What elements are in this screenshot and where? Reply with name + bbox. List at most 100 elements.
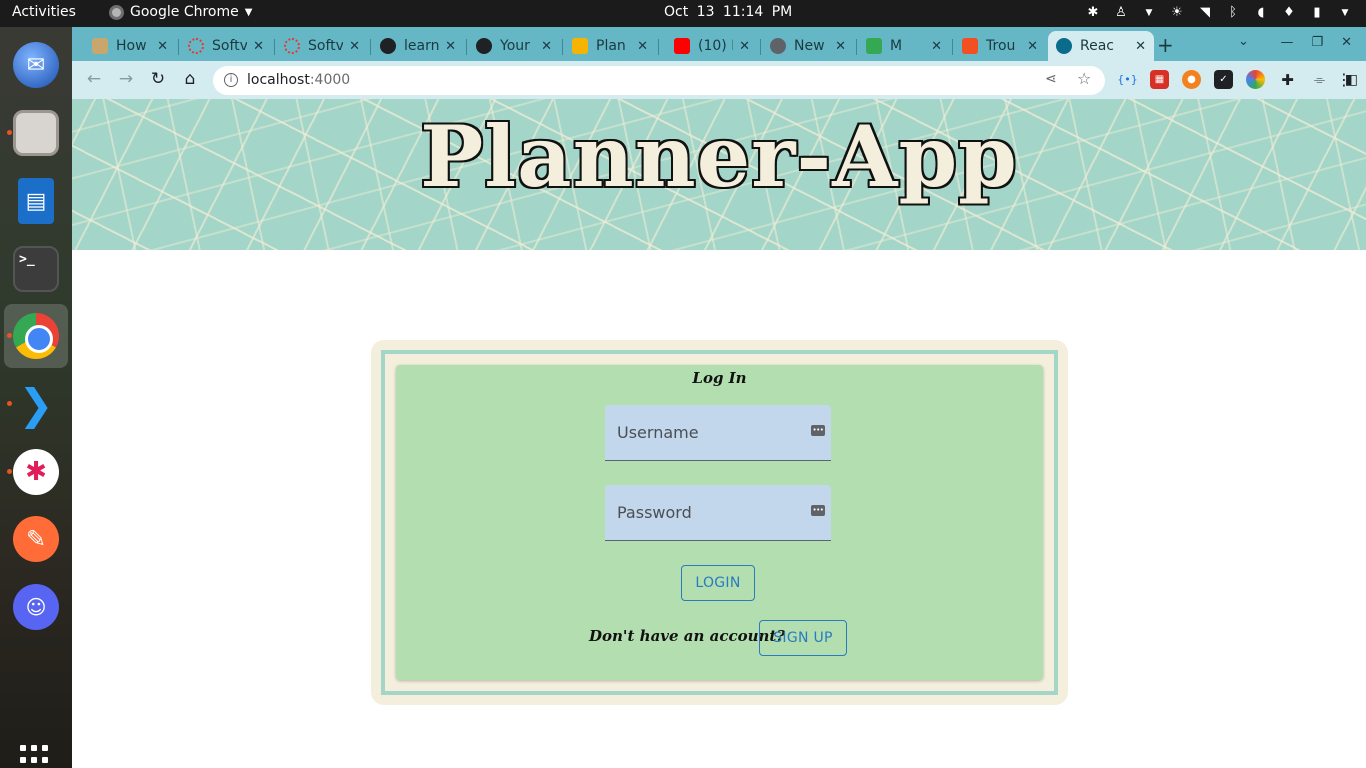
microsoft-icon [962, 38, 978, 54]
show-applications-icon[interactable] [20, 745, 52, 768]
new-tab-button[interactable]: + [1157, 33, 1174, 57]
address-bar[interactable]: i localhost:4000 ⋖ ☆ [213, 66, 1105, 95]
close-tab-icon[interactable]: ✕ [349, 39, 360, 54]
slack-tray-icon[interactable]: ✱ [1086, 5, 1100, 20]
close-window-icon[interactable]: ✕ [1341, 35, 1352, 50]
back-arrow-icon[interactable]: ← [83, 69, 105, 89]
url-text[interactable]: localhost:4000 [247, 72, 350, 88]
password-field[interactable]: ••• [605, 485, 831, 541]
youtube-icon [674, 38, 690, 54]
username-input[interactable] [605, 405, 831, 460]
minimize-icon[interactable]: — [1280, 35, 1293, 50]
dock-item-postman[interactable]: ✎ [4, 507, 68, 571]
password-manager-icon[interactable]: ••• [811, 425, 825, 436]
react-icon [1056, 38, 1072, 54]
signup-button[interactable]: SIGN UP [759, 620, 847, 656]
tab-separator [178, 39, 179, 55]
browser-toolbar: ← → ↻ ⌂ i localhost:4000 ⋖ ☆ {•} ▦ ● ✓ ✚… [72, 61, 1366, 99]
menu-kebab-icon[interactable]: ⋮ [1336, 70, 1352, 89]
login-card-frame: Log In ••• ••• LOGIN Don't have an accou… [381, 350, 1058, 695]
extensions-puzzle-icon[interactable]: ✚ [1278, 70, 1297, 89]
loading-spinner-icon [284, 38, 300, 54]
close-tab-icon[interactable]: ✕ [739, 39, 750, 54]
tab-search-chevron-icon[interactable]: ⌄ [1238, 34, 1249, 49]
close-tab-icon[interactable]: ✕ [637, 39, 648, 54]
close-tab-icon[interactable]: ✕ [1135, 39, 1146, 54]
dock-item-discord[interactable]: ☺ [4, 575, 68, 639]
close-tab-icon[interactable]: ✕ [931, 39, 942, 54]
accessibility-icon[interactable]: ♙ [1114, 5, 1128, 20]
reload-icon[interactable]: ↻ [147, 69, 169, 89]
running-indicator [7, 401, 12, 406]
login-button[interactable]: LOGIN [681, 565, 755, 601]
browser-tab[interactable]: Reac ✕ [1048, 31, 1154, 61]
extension-icon[interactable] [1246, 70, 1265, 89]
browser-tab[interactable]: learn ✕ [372, 31, 464, 61]
bookmark-star-icon[interactable]: ☆ [1077, 69, 1091, 88]
tab-title: (10) I [698, 38, 734, 54]
system-tray[interactable]: ✱ ♙ ▼ ☀ ◥ ᛒ ◖ ♦ ▮ ▼ [1086, 5, 1352, 20]
document-icon [92, 38, 108, 54]
github-icon [476, 38, 492, 54]
activities-button[interactable]: Activities [12, 4, 76, 20]
app-menu[interactable]: Google Chrome ▼ [109, 4, 252, 20]
dock-item-writer[interactable]: ▤ [4, 169, 68, 233]
dock-item-vscode[interactable]: ❯ [4, 372, 68, 436]
site-info-icon[interactable]: i [224, 73, 238, 87]
login-form: Log In ••• ••• LOGIN Don't have an accou… [396, 365, 1043, 680]
share-icon[interactable]: ⋖ [1045, 71, 1057, 87]
tab-separator [952, 39, 953, 55]
browser-tab[interactable]: Softv ✕ [180, 31, 272, 61]
username-field[interactable]: ••• [605, 405, 831, 461]
close-tab-icon[interactable]: ✕ [445, 39, 456, 54]
url-port: :4000 [309, 72, 351, 88]
dock-item-terminal[interactable]: >_ [4, 237, 68, 301]
login-card: Log In ••• ••• LOGIN Don't have an accou… [371, 340, 1068, 705]
chrome-icon [770, 38, 786, 54]
json-viewer-extension-icon[interactable]: {•} [1117, 70, 1138, 89]
running-indicator [7, 130, 12, 135]
dock-item-files[interactable] [4, 101, 68, 165]
dock: ✉ ▤ >_ ❯ ✱ ✎ ☺ [0, 27, 72, 768]
running-indicator [7, 333, 12, 338]
extension-icon[interactable]: ✓ [1214, 70, 1233, 89]
close-tab-icon[interactable]: ✕ [157, 39, 168, 54]
close-tab-icon[interactable]: ✕ [835, 39, 846, 54]
tab-separator [856, 39, 857, 55]
browser-tab[interactable]: Softv ✕ [276, 31, 368, 61]
chrome-icon [13, 313, 59, 359]
close-tab-icon[interactable]: ✕ [253, 39, 264, 54]
browser-tab[interactable]: New ✕ [762, 31, 854, 61]
chevron-down-icon: ▼ [1341, 7, 1349, 18]
chevron-down-icon: ▼ [1145, 7, 1153, 18]
tab-separator [274, 39, 275, 55]
extension-icon[interactable]: ▦ [1150, 70, 1169, 89]
extensions-bar: {•} ▦ ● ✓ ✚ ⌯ ◧ ▲ [1117, 70, 1366, 89]
browser-tab[interactable]: How ✕ [84, 31, 176, 61]
forward-arrow-icon[interactable]: → [115, 69, 137, 89]
postman-icon: ✎ [13, 516, 59, 562]
tab-separator [562, 39, 563, 55]
browser-tab[interactable]: (10) I ✕ [666, 31, 758, 61]
browser-tab[interactable]: Trou ✕ [954, 31, 1046, 61]
dock-item-thunderbird[interactable]: ✉ [4, 33, 68, 97]
browser-tab[interactable]: Your ✕ [468, 31, 560, 61]
maximize-icon[interactable]: ❐ [1311, 35, 1323, 50]
password-manager-icon[interactable]: ••• [811, 505, 825, 516]
extension-icon[interactable]: ● [1182, 70, 1201, 89]
browser-tab[interactable]: M ✕ [858, 31, 950, 61]
home-icon[interactable]: ⌂ [179, 69, 201, 89]
dock-item-chrome[interactable] [4, 304, 68, 368]
tab-title: Softv [308, 38, 344, 54]
close-tab-icon[interactable]: ✕ [541, 39, 552, 54]
close-tab-icon[interactable]: ✕ [1027, 39, 1038, 54]
dock-item-slack[interactable]: ✱ [4, 440, 68, 504]
cast-icon[interactable]: ⌯ [1310, 70, 1329, 89]
browser-tab[interactable]: Plan ✕ [564, 31, 656, 61]
slack-icon: ✱ [13, 449, 59, 495]
tab-separator [466, 39, 467, 55]
site-title: Planner-App [420, 107, 1018, 206]
password-input[interactable] [605, 485, 831, 540]
clock[interactable]: Oct 13 11:14 PM [664, 4, 792, 20]
tab-title: Reac [1080, 38, 1114, 54]
